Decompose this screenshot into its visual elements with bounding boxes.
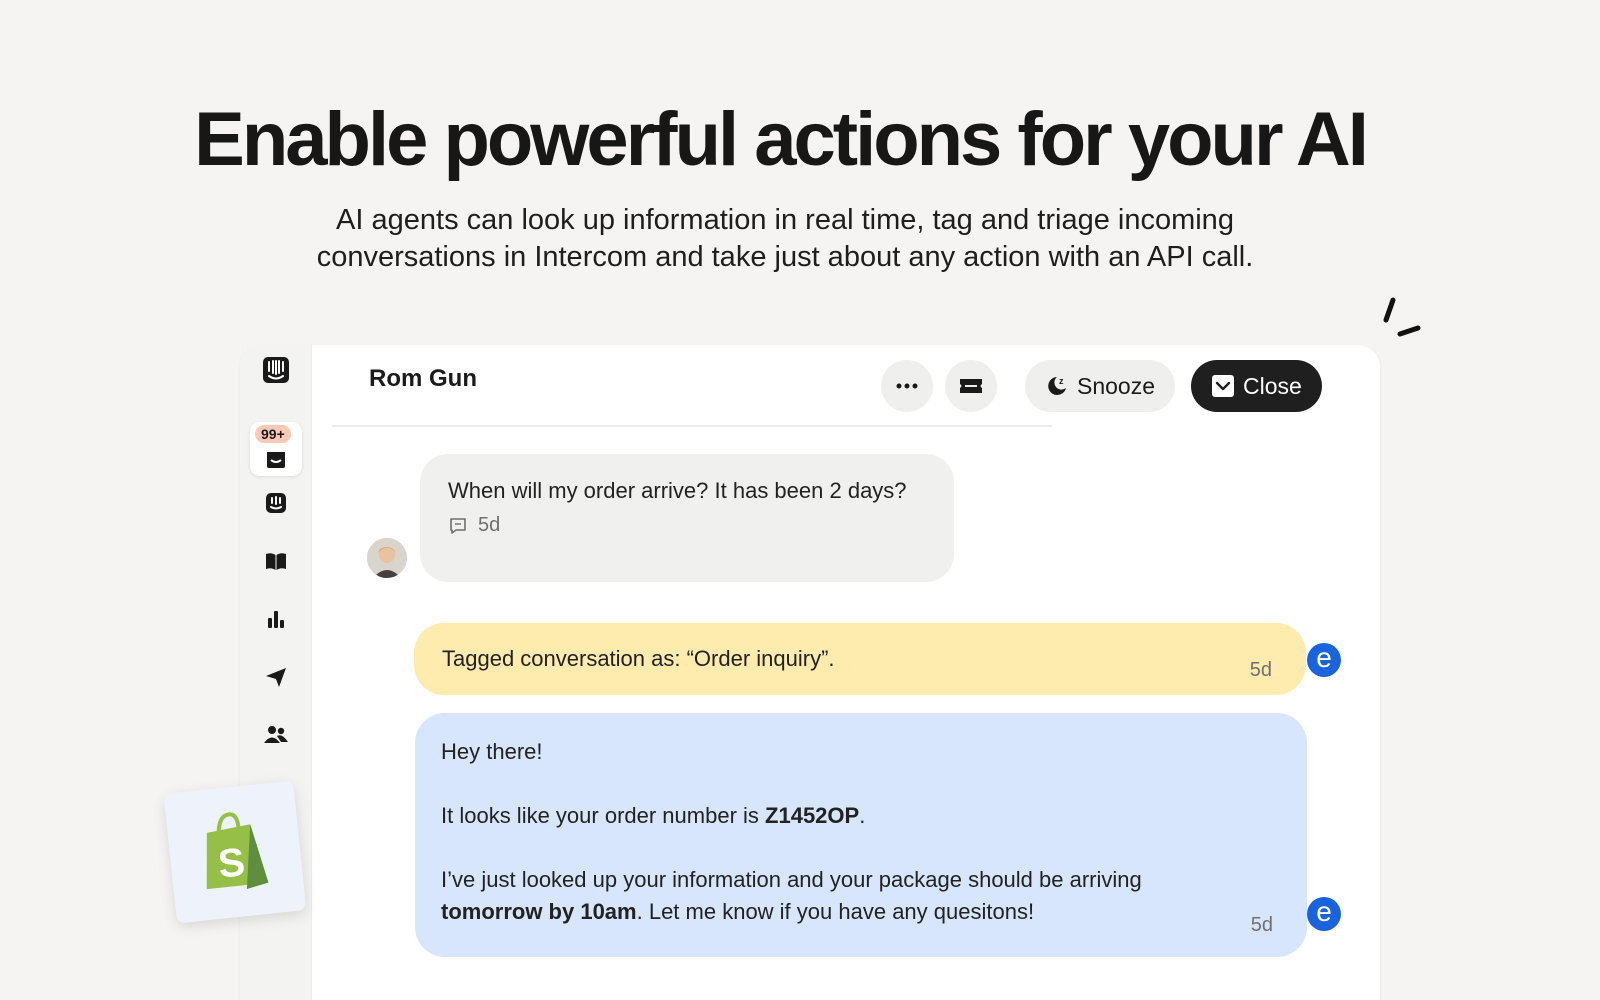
customer-message-time: 5d (478, 514, 501, 536)
sidebar-item-knowledge[interactable] (250, 536, 302, 586)
customer-avatar (367, 538, 407, 578)
ai-reply-time: 5d (1250, 914, 1273, 936)
intercom-logo-icon (263, 357, 289, 383)
inbox-app-window: 99+ Rom Gun z Snooze Close When will my … (240, 345, 1380, 1000)
reply-delivery-line: I’ve just looked up your information and… (441, 864, 1281, 928)
hero-headline: Enable powerful actions for your AI (194, 97, 1369, 182)
reply-delivery-suffix: . Let me know if you have any quesitons! (636, 899, 1035, 924)
ai-agent-reply: Hey there! It looks like your order numb… (415, 713, 1307, 957)
bar-chart-icon (268, 611, 284, 628)
sidebar-item-home[interactable] (250, 345, 302, 395)
inbox-count-badge: 99+ (255, 425, 291, 443)
header-divider (332, 425, 1052, 427)
sparkle-decoration (1383, 297, 1421, 337)
ticket-button[interactable] (945, 360, 997, 412)
conversation-title: Rom Gun (369, 365, 477, 392)
tag-note-message: Tagged conversation as: “Order inquiry”.… (414, 623, 1306, 695)
delivery-eta: tomorrow by 10am (441, 899, 637, 924)
customer-message-meta: 5d (448, 509, 926, 542)
snooze-label: Snooze (1077, 372, 1156, 399)
close-conversation-button[interactable]: Close (1191, 360, 1322, 412)
order-number: Z1452OP (765, 803, 860, 828)
sidebar-item-fin[interactable] (250, 478, 302, 528)
hero-subhead-line-2: conversations in Intercom and take just … (316, 241, 1254, 273)
tag-note-time: 5d (1249, 659, 1272, 681)
chat-bubble-icon (450, 517, 466, 534)
more-options-button[interactable] (881, 360, 933, 412)
shopify-integration-card: S (163, 780, 307, 924)
close-inbox-icon (1212, 375, 1234, 397)
paper-plane-icon (266, 668, 286, 687)
ai-agent-avatar: e (1307, 643, 1341, 677)
sidebar-item-outbound[interactable] (250, 652, 302, 702)
reply-order-prefix: It looks like your order number is (441, 803, 766, 828)
fin-bot-icon (266, 493, 286, 513)
sidebar-item-reports[interactable] (250, 594, 302, 644)
book-icon (266, 553, 286, 570)
customer-message-text: When will my order arrive? It has been 2… (448, 478, 907, 503)
people-icon (264, 726, 288, 743)
reply-greeting: Hey there! (441, 739, 543, 764)
snooze-button[interactable]: z Snooze (1025, 360, 1176, 412)
hero-subhead-line-1: AI agents can look up information in rea… (336, 204, 1234, 236)
shopify-logo-icon: S (206, 812, 269, 890)
reply-delivery-prefix: I’ve just looked up your information and… (441, 867, 1142, 892)
ticket-icon (960, 379, 982, 393)
svg-text:z: z (1059, 376, 1064, 386)
ai-agent-avatar-2: e (1307, 897, 1341, 931)
conversation-panel: Rom Gun z Snooze Close When will my orde… (312, 345, 1380, 1000)
moon-snooze-icon: z (1048, 376, 1066, 395)
tag-note-text: Tagged conversation as: “Order inquiry”. (442, 646, 835, 671)
close-label: Close (1243, 372, 1302, 399)
sidebar-item-contacts[interactable] (250, 710, 302, 760)
hero-subhead: AI agents can look up information in rea… (0, 202, 1570, 276)
reply-order-suffix: . (859, 803, 866, 828)
reply-order-line: It looks like your order number is Z1452… (441, 800, 1281, 832)
customer-message: When will my order arrive? It has been 2… (420, 454, 954, 582)
more-horizontal-icon (896, 383, 918, 389)
sidebar-item-inbox[interactable]: 99+ (250, 422, 302, 476)
svg-text:S: S (216, 840, 247, 887)
inbox-icon (267, 452, 285, 468)
